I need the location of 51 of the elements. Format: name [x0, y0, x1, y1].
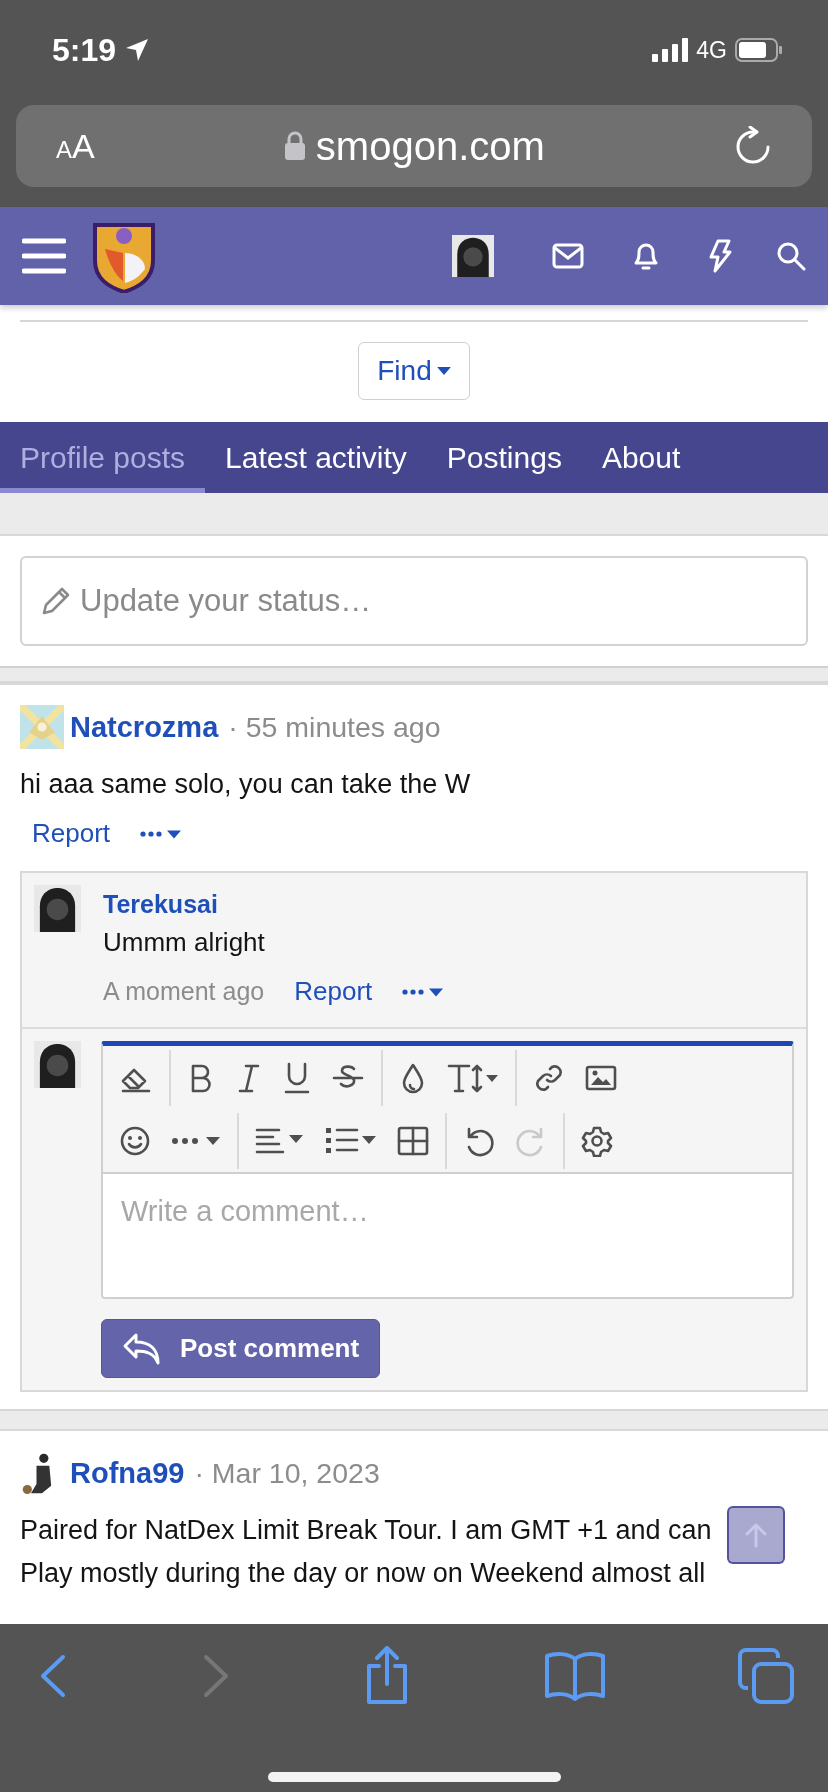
- author-name[interactable]: Natcrozma: [70, 710, 219, 744]
- find-button[interactable]: Find: [358, 342, 470, 400]
- avatar: [20, 705, 64, 749]
- scroll-to-top-button[interactable]: [727, 1506, 785, 1564]
- avatar[interactable]: [452, 235, 494, 277]
- droplet-icon: [401, 1061, 425, 1094]
- tab[interactable]: Postings: [426, 422, 582, 493]
- location-arrow-icon: [124, 37, 151, 63]
- lightning-bolt-button[interactable]: [708, 239, 732, 273]
- post-comment-button[interactable]: Post comment: [101, 1319, 381, 1378]
- caret-icon: [436, 367, 451, 375]
- list-icon: [325, 1125, 377, 1156]
- smiley-icon: [119, 1124, 151, 1157]
- network-type: 4G: [696, 36, 727, 64]
- lock-icon: [283, 131, 306, 161]
- comment-author[interactable]: Terekusai: [103, 890, 794, 919]
- bold-icon: [189, 1062, 213, 1093]
- post-text: Paired for NatDex Limit Break Tour. I am GMT +1 and can Play mostly during the day or now on Weekend almost all: [20, 1514, 713, 1590]
- post-text: hi aaa same solo, you can take the W: [20, 768, 472, 801]
- search-button[interactable]: [776, 241, 806, 271]
- report-link[interactable]: Report: [32, 818, 111, 849]
- clock-time: 5:19: [52, 31, 117, 69]
- comment-text: Ummm alright: [103, 927, 266, 958]
- report-link[interactable]: Report: [294, 976, 373, 1007]
- tabs-button[interactable]: [738, 1648, 794, 1704]
- bookmarks-button[interactable]: [543, 1651, 606, 1701]
- tab[interactable]: Latest activity: [205, 422, 427, 493]
- arrow-up-icon: [743, 1522, 769, 1548]
- post-time: · 55 minutes ago: [228, 710, 441, 744]
- settings-icon: [581, 1124, 613, 1157]
- text-size-button[interactable]: AA: [56, 126, 95, 166]
- inbox-button[interactable]: [552, 243, 584, 269]
- image-icon: [585, 1064, 617, 1091]
- reload-button[interactable]: [734, 126, 772, 166]
- italic-icon: [238, 1062, 260, 1093]
- comment-field[interactable]: Write a comment…: [101, 1174, 794, 1299]
- tab[interactable]: About: [581, 422, 701, 493]
- underline-icon: [283, 1061, 311, 1094]
- back-button[interactable]: [38, 1654, 68, 1698]
- avatar: [34, 885, 81, 932]
- url-text[interactable]: smogon.com: [315, 123, 545, 169]
- pencil-icon: [40, 585, 72, 617]
- post-time: · Mar 10, 2023: [194, 1456, 380, 1490]
- author-name[interactable]: Rofna99: [70, 1456, 185, 1490]
- signal-icon: [652, 38, 689, 62]
- avatar: [34, 1041, 81, 1088]
- comment-time: A moment ago: [103, 977, 265, 1006]
- reply-icon: [122, 1331, 162, 1366]
- menu-button[interactable]: [22, 238, 66, 274]
- battery-icon: [735, 38, 783, 62]
- table-icon: [397, 1125, 429, 1156]
